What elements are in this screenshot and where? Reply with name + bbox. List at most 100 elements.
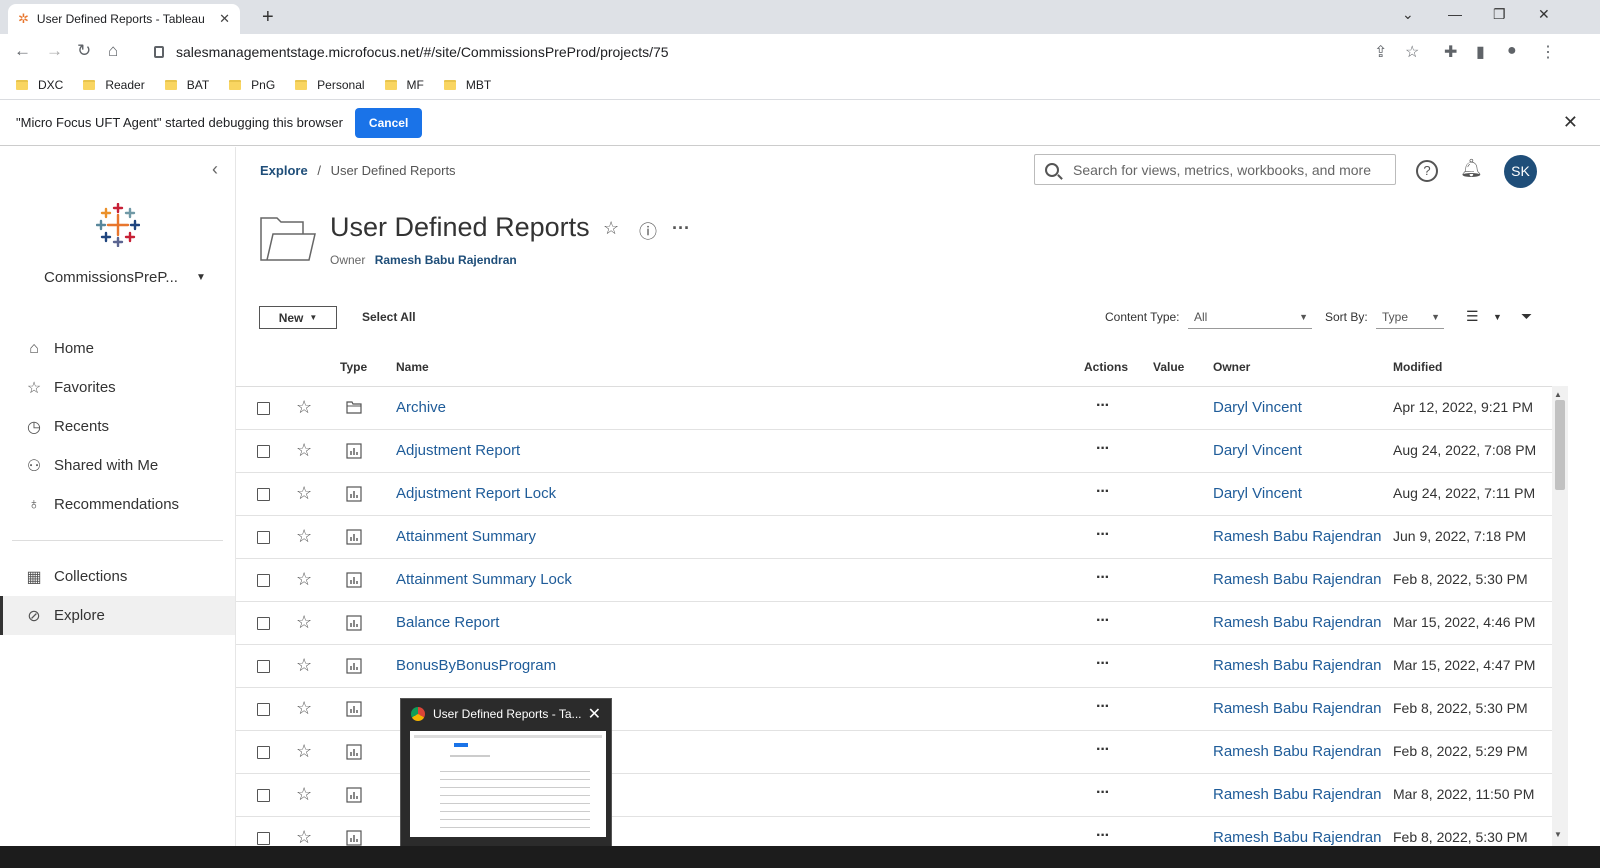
row-owner-link[interactable]: Ramesh Babu Rajendran bbox=[1213, 657, 1381, 674]
row-owner-link[interactable]: Ramesh Babu Rajendran bbox=[1213, 571, 1381, 588]
row-actions-icon[interactable]: ··· bbox=[1096, 698, 1110, 716]
row-owner-link[interactable]: Ramesh Babu Rajendran bbox=[1213, 700, 1381, 717]
sidebar-item-explore[interactable]: ⊘ Explore bbox=[0, 596, 235, 635]
list-view-icon[interactable]: ☰ bbox=[1466, 308, 1479, 325]
favorite-star-icon[interactable]: ☆ bbox=[296, 397, 312, 418]
side-panel-icon[interactable]: ▮ bbox=[1476, 42, 1485, 62]
row-checkbox[interactable] bbox=[257, 531, 270, 544]
row-owner-link[interactable]: Daryl Vincent bbox=[1213, 399, 1302, 416]
column-header-name[interactable]: Name bbox=[396, 360, 429, 374]
row-actions-icon[interactable]: ··· bbox=[1096, 483, 1110, 501]
sidebar-item-home[interactable]: ⌂ Home bbox=[0, 329, 235, 368]
table-row[interactable]: ☆ Adjustment Report ··· Daryl Vincent Aug 24… bbox=[236, 430, 1552, 473]
bookmark-folder[interactable]: Personal bbox=[295, 78, 365, 92]
avatar[interactable]: SK bbox=[1504, 155, 1537, 188]
scrollbar-thumb[interactable] bbox=[1555, 400, 1565, 490]
row-checkbox[interactable] bbox=[257, 402, 270, 415]
reload-icon[interactable]: ↻ bbox=[77, 41, 91, 61]
browser-tab[interactable]: ✲ User Defined Reports - Tableau S ✕ bbox=[8, 4, 240, 34]
scrollbar[interactable] bbox=[1552, 386, 1568, 846]
window-close-icon[interactable]: ✕ bbox=[1538, 6, 1550, 23]
minimize-icon[interactable]: — bbox=[1448, 6, 1462, 22]
collapse-sidebar-icon[interactable]: ‹ bbox=[212, 159, 218, 180]
favorite-star-icon[interactable]: ☆ bbox=[296, 440, 312, 461]
bookmark-folder[interactable]: DXC bbox=[16, 78, 63, 92]
tab-close-icon[interactable]: ✕ bbox=[219, 11, 230, 27]
bookmark-folder[interactable]: PnG bbox=[229, 78, 275, 92]
new-tab-icon[interactable]: + bbox=[262, 6, 274, 29]
favorite-star-icon[interactable]: ☆ bbox=[296, 526, 312, 547]
row-actions-icon[interactable]: ··· bbox=[1096, 784, 1110, 802]
search-input[interactable]: Search for views, metrics, workbooks, an… bbox=[1034, 154, 1396, 185]
row-checkbox[interactable] bbox=[257, 832, 270, 845]
favorite-star-icon[interactable]: ☆ bbox=[296, 612, 312, 633]
scroll-up-icon[interactable]: ▲ bbox=[1554, 390, 1562, 399]
help-icon[interactable]: ? bbox=[1416, 160, 1438, 182]
table-row[interactable]: ☆ BonusByBonusProgram ··· Ramesh Babu Rajen… bbox=[236, 645, 1552, 688]
row-checkbox[interactable] bbox=[257, 488, 270, 501]
favorite-star-icon[interactable]: ☆ bbox=[296, 655, 312, 676]
row-actions-icon[interactable]: ··· bbox=[1096, 827, 1110, 845]
share-icon[interactable]: ⇪ bbox=[1374, 42, 1387, 62]
item-name-link[interactable]: Balance Report bbox=[396, 614, 499, 631]
bookmark-folder[interactable]: MF bbox=[384, 78, 424, 92]
row-actions-icon[interactable]: ··· bbox=[1096, 612, 1110, 630]
table-row[interactable]: ☆ Archive ··· Daryl Vincent Apr 12, 2022, 9:… bbox=[236, 387, 1552, 430]
row-owner-link[interactable]: Ramesh Babu Rajendran bbox=[1213, 829, 1381, 846]
table-row[interactable]: ☆ Attainment Summary ··· Ramesh Babu Rajend… bbox=[236, 516, 1552, 559]
preview-close-icon[interactable]: ✕ bbox=[588, 704, 601, 724]
row-checkbox[interactable] bbox=[257, 617, 270, 630]
row-actions-icon[interactable]: ··· bbox=[1096, 397, 1110, 415]
breadcrumb-explore-link[interactable]: Explore bbox=[260, 163, 308, 178]
row-actions-icon[interactable]: ··· bbox=[1096, 655, 1110, 673]
row-owner-link[interactable]: Ramesh Babu Rajendran bbox=[1213, 786, 1381, 803]
extensions-icon[interactable]: ✚ bbox=[1444, 42, 1457, 62]
row-owner-link[interactable]: Ramesh Babu Rajendran bbox=[1213, 614, 1381, 631]
filter-icon[interactable]: ⏷ bbox=[1521, 308, 1532, 325]
item-name-link[interactable]: Adjustment Report bbox=[396, 442, 520, 459]
favorite-star-icon[interactable]: ☆ bbox=[296, 483, 312, 504]
back-icon[interactable]: ← bbox=[14, 41, 31, 61]
row-owner-link[interactable]: Ramesh Babu Rajendran bbox=[1213, 743, 1381, 760]
address-bar[interactable]: salesmanagementstage.microfocus.net/#/si… bbox=[144, 38, 1380, 66]
row-checkbox[interactable] bbox=[257, 789, 270, 802]
favorite-star-icon[interactable]: ☆ bbox=[296, 784, 312, 805]
chrome-menu-icon[interactable]: ⋮ bbox=[1540, 42, 1556, 62]
restore-icon[interactable]: ❐ bbox=[1493, 6, 1506, 23]
item-name-link[interactable]: BonusByBonusProgram bbox=[396, 657, 556, 674]
select-all-button[interactable]: Select All bbox=[362, 310, 416, 324]
row-owner-link[interactable]: Daryl Vincent bbox=[1213, 485, 1302, 502]
table-row[interactable]: ☆ Attainment Summary Lock ··· Ramesh Babu R… bbox=[236, 559, 1552, 602]
sidebar-item-favorites[interactable]: ☆ Favorites bbox=[0, 368, 235, 407]
favorite-star-icon[interactable]: ☆ bbox=[296, 569, 312, 590]
view-chevron-down-icon[interactable]: ▼ bbox=[1493, 312, 1502, 322]
row-checkbox[interactable] bbox=[257, 445, 270, 458]
row-owner-link[interactable]: Ramesh Babu Rajendran bbox=[1213, 528, 1381, 545]
table-row[interactable]: ☆ Adjustment Report Lock ··· Daryl Vincent A… bbox=[236, 473, 1552, 516]
info-icon[interactable]: ⓘ bbox=[639, 218, 657, 244]
row-checkbox[interactable] bbox=[257, 574, 270, 587]
row-checkbox[interactable] bbox=[257, 660, 270, 673]
profile-icon[interactable]: ● bbox=[1507, 42, 1517, 60]
more-actions-icon[interactable]: ··· bbox=[672, 218, 690, 239]
cancel-button[interactable]: Cancel bbox=[354, 107, 423, 138]
infobar-close-icon[interactable]: ✕ bbox=[1563, 112, 1578, 133]
taskbar-window-preview[interactable]: User Defined Reports - Ta... ✕ bbox=[400, 698, 612, 848]
favorite-star-icon[interactable]: ☆ bbox=[296, 741, 312, 762]
row-checkbox[interactable] bbox=[257, 746, 270, 759]
sidebar-item-collections[interactable]: ▦ Collections bbox=[0, 557, 235, 596]
sidebar-item-shared-with-me[interactable]: ⚇ Shared with Me bbox=[0, 446, 235, 485]
bookmark-folder[interactable]: BAT bbox=[164, 78, 209, 92]
site-selector[interactable]: CommissionsPreP... ▼ bbox=[44, 269, 206, 286]
forward-icon[interactable]: → bbox=[46, 41, 63, 61]
sort-by-select[interactable]: Type ▼ bbox=[1376, 306, 1444, 329]
row-owner-link[interactable]: Daryl Vincent bbox=[1213, 442, 1302, 459]
sidebar-item-recents[interactable]: ◷ Recents bbox=[0, 407, 235, 446]
scroll-down-icon[interactable]: ▼ bbox=[1554, 830, 1562, 839]
home-browser-icon[interactable]: ⌂ bbox=[108, 41, 118, 61]
row-actions-icon[interactable]: ··· bbox=[1096, 741, 1110, 759]
favorite-star-icon[interactable]: ☆ bbox=[296, 698, 312, 719]
row-actions-icon[interactable]: ··· bbox=[1096, 440, 1110, 458]
content-type-select[interactable]: All ▼ bbox=[1188, 306, 1312, 329]
sidebar-item-recommendations[interactable]: ♁ Recommendations bbox=[0, 485, 235, 524]
